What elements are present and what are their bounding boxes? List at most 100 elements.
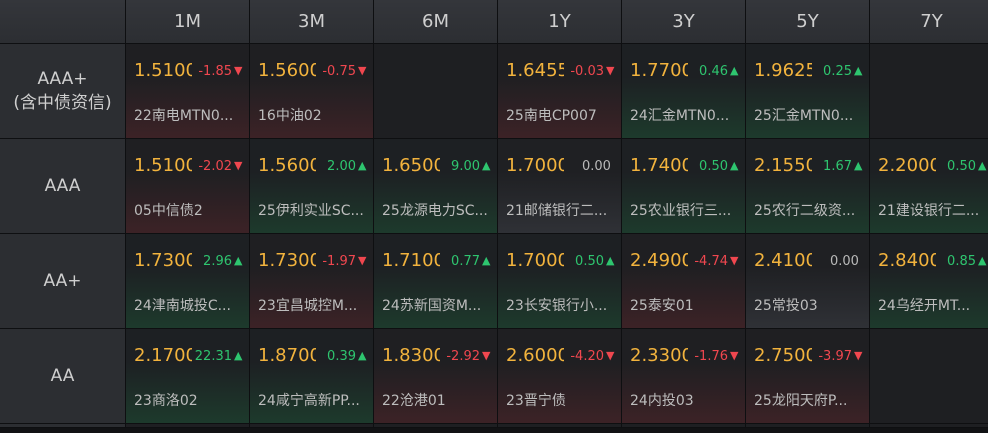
quote-cell[interactable]: 2.4100 0.00 25常投03 [746, 234, 870, 329]
quote-cell[interactable]: 2.3300 -1.76 ▼ 24内投03 [622, 329, 746, 424]
quote-cell[interactable]: 1.6500 9.00 ▲ 25龙源电力SC... [374, 139, 498, 234]
bond-name: 23长安银行小... [506, 298, 608, 314]
quote-cell[interactable]: 1.7300 -1.97 ▼ 23宜昌城控M... [250, 234, 374, 329]
change-value: 0.50 [575, 254, 604, 269]
yield-value: 1.7300 [258, 250, 316, 271]
quote-cell[interactable]: 1.6455 -0.03 ▼ 25南电CP007 [498, 44, 622, 139]
next-row-stub [498, 424, 622, 428]
bond-name: 25伊利实业SC... [258, 203, 364, 219]
yield-value: 1.9625 [754, 60, 812, 81]
quote-cell[interactable]: 1.5600 -0.75 ▼ 16中油02 [250, 44, 374, 139]
bond-name: 24津南城投C... [134, 298, 231, 314]
col-header-3y[interactable]: 3Y [622, 0, 746, 44]
quote-cell[interactable]: 1.5600 2.00 ▲ 25伊利实业SC... [250, 139, 374, 234]
bond-name: 05中信债2 [134, 203, 203, 219]
yield-value: 2.7500 [754, 345, 812, 366]
yield-value: 1.5100 [134, 60, 192, 81]
arrow-up-icon: ▲ [978, 254, 987, 267]
col-header-6m[interactable]: 6M [374, 0, 498, 44]
yield-value: 2.3300 [630, 345, 688, 366]
yield-value: 1.6500 [382, 155, 440, 176]
arrow-up-icon: ▲ [978, 159, 987, 172]
arrow-up-icon: ▲ [854, 159, 863, 172]
change-value: -0.75 [322, 64, 356, 79]
bond-name: 25农业银行三... [630, 203, 732, 219]
yield-value: 1.8300 [382, 345, 440, 366]
empty-quote-cell[interactable] [870, 44, 988, 139]
quote-cell[interactable]: 1.8300 -2.92 ▼ 22沧港01 [374, 329, 498, 424]
arrow-down-icon: ▼ [730, 254, 739, 267]
arrow-up-icon: ▲ [234, 349, 243, 362]
quote-cell[interactable]: 2.1700 22.31 ▲ 23商洛02 [126, 329, 250, 424]
quote-cell[interactable]: 1.7000 0.50 ▲ 23长安银行小... [498, 234, 622, 329]
next-row-stub [374, 424, 498, 428]
quote-cell[interactable]: 2.7500 -3.97 ▼ 25龙阳天府P... [746, 329, 870, 424]
quote-cell[interactable]: 1.7700 0.46 ▲ 24汇金MTN0... [622, 44, 746, 139]
col-header-3m[interactable]: 3M [250, 0, 374, 44]
change-value: -3.97 [818, 349, 852, 364]
arrow-down-icon: ▼ [606, 349, 615, 362]
empty-quote-cell[interactable] [870, 329, 988, 424]
bond-name: 25汇金MTN0... [754, 108, 854, 124]
yield-value: 2.8400 [878, 250, 936, 271]
arrow-up-icon: ▲ [482, 254, 491, 267]
bond-name: 25泰安01 [630, 298, 694, 314]
yield-value: 1.7000 [506, 250, 564, 271]
change-value: -1.97 [322, 254, 356, 269]
quote-cell[interactable]: 1.7400 0.50 ▲ 25农业银行三... [622, 139, 746, 234]
quote-cell[interactable]: 1.7300 2.96 ▲ 24津南城投C... [126, 234, 250, 329]
bond-name: 22沧港01 [382, 393, 446, 409]
bond-name: 23商洛02 [134, 393, 198, 409]
quote-cell[interactable]: 1.5100 -1.85 ▼ 22南电MTN0... [126, 44, 250, 139]
bond-name: 21邮储银行二... [506, 203, 608, 219]
change-value: 0.25 [823, 64, 852, 79]
col-header-1y[interactable]: 1Y [498, 0, 622, 44]
bond-name: 24汇金MTN0... [630, 108, 730, 124]
quote-cell[interactable]: 1.5100 -2.02 ▼ 05中信债2 [126, 139, 250, 234]
arrow-up-icon: ▲ [358, 349, 367, 362]
next-row-stub [0, 424, 126, 428]
change-value: 2.96 [203, 254, 232, 269]
empty-quote-cell[interactable] [374, 44, 498, 139]
corner-header [0, 0, 126, 44]
quote-cell[interactable]: 1.8700 0.39 ▲ 24咸宁高新PP... [250, 329, 374, 424]
change-value: 2.00 [327, 159, 356, 174]
quote-cell[interactable]: 2.8400 0.85 ▲ 24乌经开MT... [870, 234, 988, 329]
change-value: -4.74 [694, 254, 728, 269]
yield-value: 1.6455 [506, 60, 564, 81]
yield-value: 1.5100 [134, 155, 192, 176]
bond-name: 23晋宁债 [506, 393, 566, 409]
col-header-7y[interactable]: 7Y [870, 0, 988, 44]
bond-name: 21建设银行二... [878, 203, 980, 219]
bond-name: 25常投03 [754, 298, 818, 314]
change-value: -4.20 [570, 349, 604, 364]
quote-cell[interactable]: 2.2000 0.50 ▲ 21建设银行二... [870, 139, 988, 234]
yield-value: 1.8700 [258, 345, 316, 366]
quote-cell[interactable]: 2.1550 1.67 ▲ 25农行二级资... [746, 139, 870, 234]
bond-name: 25龙阳天府P... [754, 393, 848, 409]
col-header-1m[interactable]: 1M [126, 0, 250, 44]
quote-cell[interactable]: 1.9625 0.25 ▲ 25汇金MTN0... [746, 44, 870, 139]
yield-value: 1.5600 [258, 155, 316, 176]
quote-cell[interactable]: 1.7100 0.77 ▲ 24苏新国资M... [374, 234, 498, 329]
yield-value: 2.4900 [630, 250, 688, 271]
col-header-5y[interactable]: 5Y [746, 0, 870, 44]
quote-cell[interactable]: 2.4900 -4.74 ▼ 25泰安01 [622, 234, 746, 329]
change-value: 1.67 [823, 159, 852, 174]
arrow-up-icon: ▲ [854, 64, 863, 77]
row-label: AA [0, 329, 126, 424]
quote-cell[interactable]: 1.7000 0.00 21邮储银行二... [498, 139, 622, 234]
yield-value: 2.4100 [754, 250, 812, 271]
bond-name: 24苏新国资M... [382, 298, 482, 314]
arrow-up-icon: ▲ [730, 159, 739, 172]
change-value: 0.77 [451, 254, 480, 269]
change-value: 0.39 [327, 349, 356, 364]
yield-value: 1.7000 [506, 155, 564, 176]
next-row-stub [622, 424, 746, 428]
quote-cell[interactable]: 2.6000 -4.20 ▼ 23晋宁债 [498, 329, 622, 424]
arrow-up-icon: ▲ [606, 254, 615, 267]
yield-value: 1.7700 [630, 60, 688, 81]
row-label: AAA+ (含中债资信) [0, 44, 126, 139]
bond-name: 22南电MTN0... [134, 108, 234, 124]
yield-value: 2.6000 [506, 345, 564, 366]
